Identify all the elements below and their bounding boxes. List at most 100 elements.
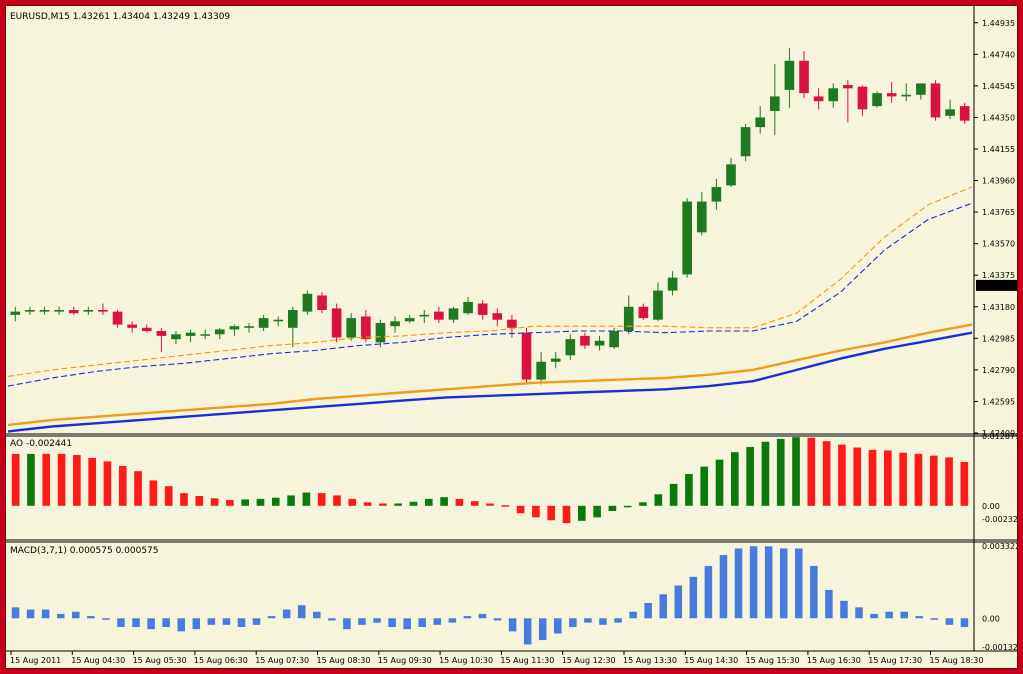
macd-bar	[102, 618, 110, 620]
macd-bar	[915, 616, 924, 619]
candle-body	[886, 93, 897, 97]
candle-body	[273, 319, 284, 322]
macd-bar	[222, 618, 231, 625]
ao-bar	[547, 505, 556, 521]
macd-bar	[328, 618, 336, 621]
candle-body	[550, 358, 561, 362]
macd-bar	[267, 616, 276, 619]
ao-bar	[27, 453, 35, 506]
candle-body	[287, 310, 298, 328]
ao-bar	[348, 498, 357, 506]
macd-bar	[719, 555, 728, 619]
macd-bar	[418, 618, 426, 627]
candle-body	[141, 327, 152, 332]
candle-body	[696, 201, 707, 233]
macd-bar	[313, 611, 321, 619]
time-tick-label: 15 Aug 05:30	[133, 656, 187, 665]
ao-bar	[761, 441, 770, 506]
macd-bar	[358, 618, 366, 625]
ao-bar	[210, 498, 219, 506]
time-tick-label: 15 Aug 18:30	[930, 656, 984, 665]
candle-body	[404, 318, 415, 322]
ao-bar	[164, 486, 173, 506]
candle-body	[156, 331, 167, 336]
candle-body	[740, 127, 751, 157]
candle-body	[755, 117, 766, 128]
candle-body	[580, 335, 590, 346]
macd-bar	[825, 589, 833, 619]
candle-body	[682, 201, 693, 275]
candle-body	[346, 318, 357, 338]
ao-bar	[470, 501, 479, 506]
time-tick-label: 15 Aug 2011	[10, 656, 61, 665]
ao-bar	[256, 498, 265, 506]
price-tick-label: 1.43570	[982, 240, 1015, 249]
macd-bar	[162, 618, 170, 627]
macd-bar	[448, 618, 457, 623]
moving-average-line	[7, 331, 973, 433]
ao-bar	[746, 446, 754, 506]
ao-bar	[838, 444, 846, 506]
ao-bar	[853, 447, 862, 506]
candle-body	[507, 319, 517, 328]
candle-body	[813, 96, 824, 102]
candle-body	[448, 308, 459, 320]
ao-bar	[73, 455, 81, 506]
candle-body	[653, 290, 663, 320]
ao-bar	[11, 453, 20, 506]
macd-bar	[569, 618, 577, 627]
ao-bar	[118, 466, 127, 506]
macd-bar	[297, 605, 306, 619]
candle-body	[477, 303, 488, 315]
candle-body	[127, 324, 137, 328]
candle-body	[492, 313, 503, 320]
candle-body	[375, 322, 386, 343]
macd-bar	[147, 618, 155, 630]
ao-bar	[302, 492, 311, 506]
candle-body	[214, 329, 225, 335]
macd-bar	[493, 618, 502, 621]
chart-canvas[interactable]: 1.44935 1.44740 1.44545 1.44350 1.44155 1.439…	[6, 6, 1017, 668]
ao-bar	[363, 502, 372, 506]
macd-bar	[930, 618, 939, 620]
candle-body	[331, 308, 342, 338]
candle-body	[317, 295, 327, 311]
candle-body	[726, 164, 736, 186]
candle-body	[83, 310, 94, 312]
ao-bar	[914, 453, 923, 506]
time-tick-label: 15 Aug 14:30	[684, 656, 738, 665]
ao-bar	[516, 505, 525, 514]
macd-bar	[554, 618, 562, 634]
candle-body	[171, 334, 181, 340]
candle-body	[536, 361, 546, 380]
candle-body	[302, 293, 313, 312]
macd-bar	[26, 609, 35, 619]
macd-bar	[478, 613, 487, 619]
ao-bar	[455, 498, 464, 506]
candle-body	[916, 83, 926, 95]
macd-bar	[403, 618, 411, 630]
ao-bar	[195, 496, 204, 506]
macd-bar	[945, 618, 954, 625]
ao-bar	[562, 505, 571, 524]
macd-bar	[795, 548, 803, 619]
macd-histogram	[11, 546, 969, 645]
ao-bar	[623, 505, 632, 508]
price-tick-label: 1.42790	[982, 366, 1015, 375]
candle-body	[930, 83, 941, 118]
time-tick-label: 15 Aug 15:30	[746, 656, 800, 665]
candle-body	[244, 326, 254, 328]
macd-bar	[704, 565, 713, 619]
macd-bar	[584, 618, 592, 623]
candle-body	[843, 85, 853, 89]
macd-bar	[282, 609, 291, 619]
time-tick-label: 15 Aug 06:30	[194, 656, 248, 665]
macd-bar	[734, 548, 743, 619]
macd-bar	[192, 618, 201, 630]
ao-bar	[929, 455, 938, 506]
price-tick-label: 1.43180	[982, 303, 1015, 312]
macd-bar	[659, 594, 667, 619]
candle-body	[200, 334, 211, 336]
candle-body	[609, 331, 619, 348]
candle-body	[361, 316, 371, 340]
